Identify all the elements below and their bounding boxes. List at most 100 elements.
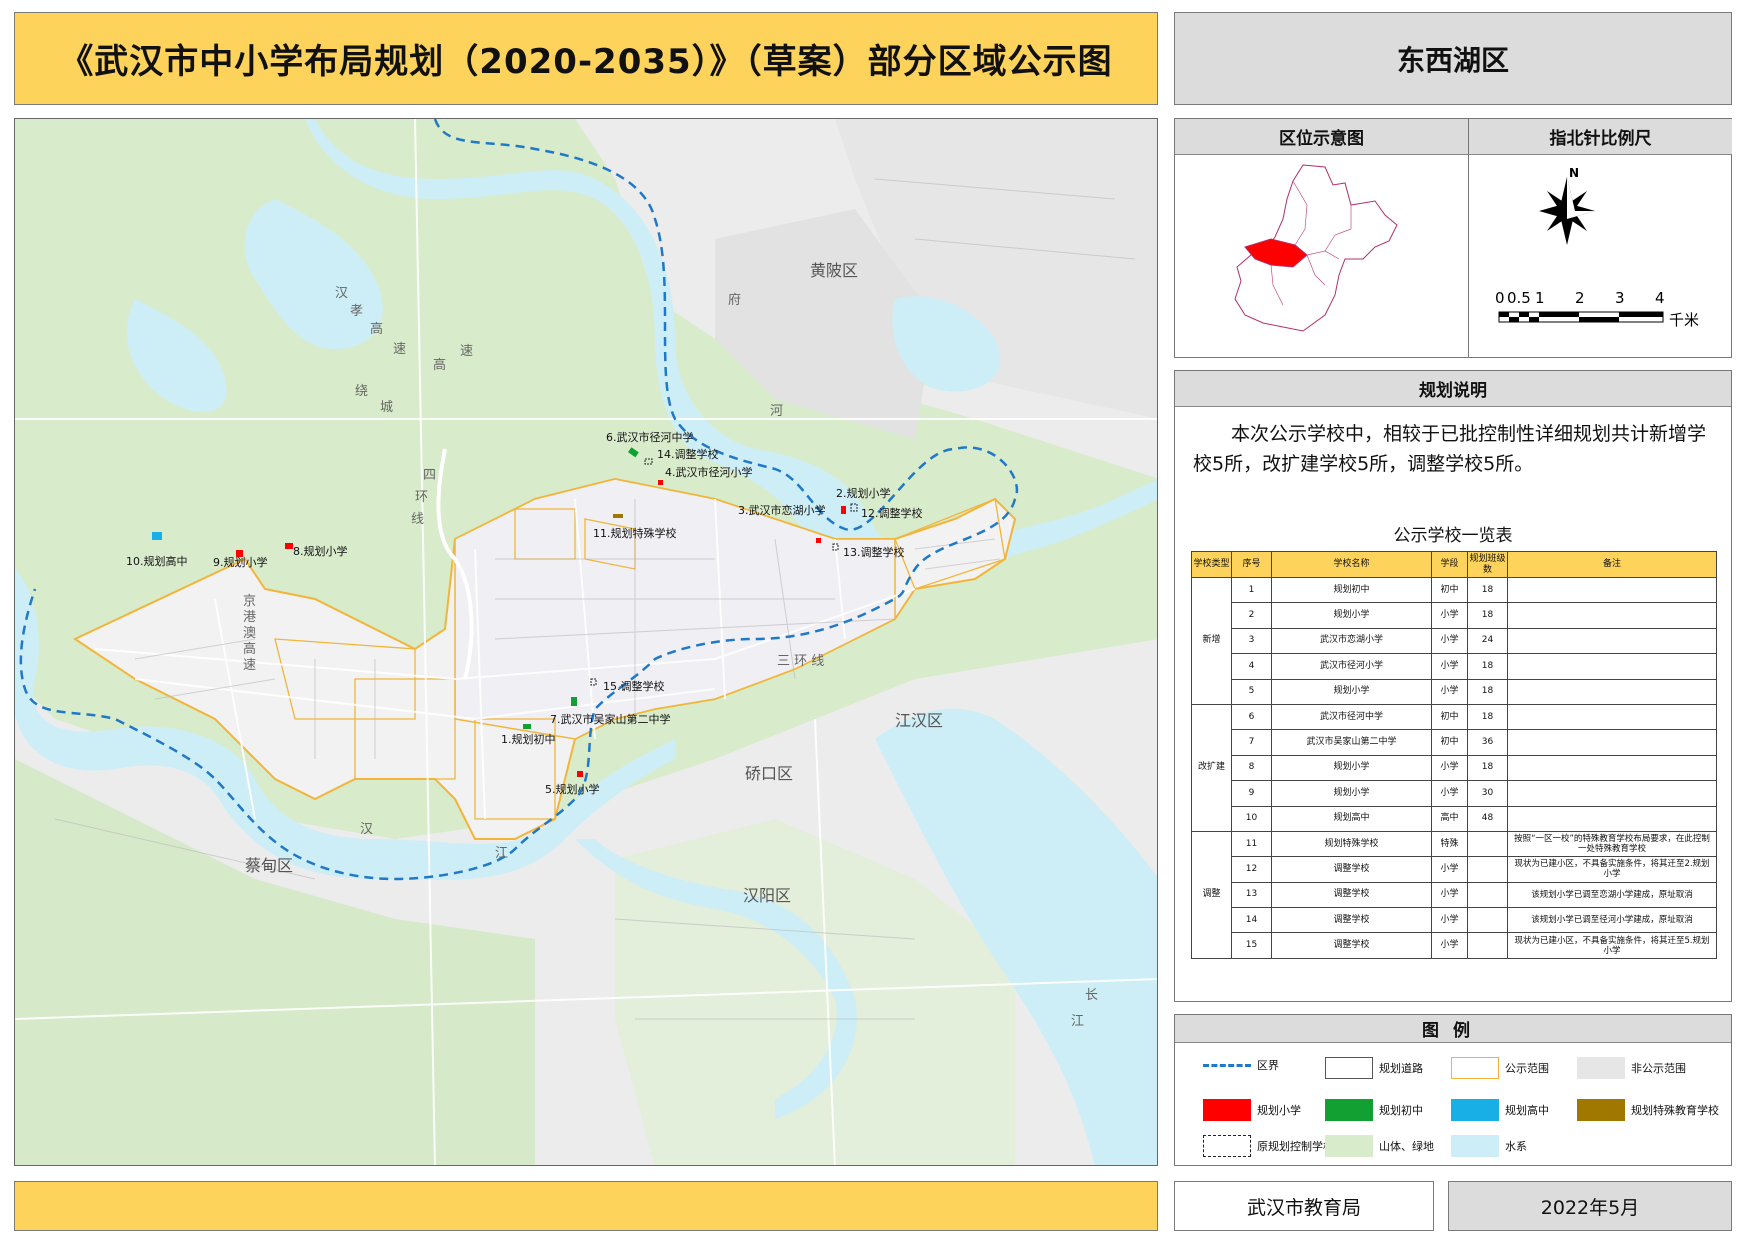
school-name-cell: 规划小学 [1271,602,1432,629]
school-stage-cell: 小学 [1431,932,1468,959]
road-label-jinggang-1: 京 [243,594,256,609]
school-marker-2[interactable] [841,506,846,514]
legend-swatch-icon [1203,1063,1251,1067]
school-no-cell: 15 [1231,932,1272,959]
legend-panel: 图例 区界 规划道路 公示范围 非公示范围 规划小学 规划初中 规划高中 规划特殊教育学校 原规… [1174,1014,1732,1166]
footer-date: 2022年5月 [1448,1181,1732,1231]
school-row: 2 规划小学 小学 18 [1192,602,1717,629]
school-row: 14 调整学校 小学 该规划小学已调至径河小学建成，原址取消 [1192,907,1717,934]
location-inset-map [1234,164,1398,332]
scale-tick-3: 3 [1615,289,1625,307]
school-label-4: 4.武汉市径河小学 [665,465,753,479]
school-classes-cell: 18 [1467,703,1508,731]
road-label-fuhe-2: 河 [770,404,783,419]
road-label-hanxiao-2: 孝 [350,304,363,319]
school-marker-4[interactable] [658,480,663,485]
school-classes-cell: 18 [1467,678,1508,705]
col-type: 学校类型 [1191,551,1232,578]
main-map[interactable]: 黄陂区 江汉区 硚口区 蔡甸区 汉阳区 汉 孝 高 速 绕 城 高 速 四 环 … [14,118,1158,1166]
legend-swatch-icon [1325,1099,1373,1121]
legend-label: 规划高中 [1505,1104,1549,1117]
road-label-sihuan-3: 线 [411,512,424,527]
school-marker-8[interactable] [285,543,293,549]
school-label-5: 5.规划小学 [545,782,600,796]
school-stage-cell: 小学 [1431,856,1468,883]
school-marker-3[interactable] [816,538,821,543]
school-stage-cell: 小学 [1431,653,1468,680]
school-stage-cell: 小学 [1431,678,1468,705]
school-label-9: 9.规划小学 [213,555,268,569]
legend-swatch-icon [1451,1057,1499,1079]
school-label-14: 14.调整学校 [657,447,719,461]
school-name-cell: 调整学校 [1271,932,1432,959]
inset-panel: 区位示意图 指北针比例尺 N 0 0.5 1 2 3 4 千米 [1174,118,1732,358]
school-no-cell: 5 [1231,678,1272,705]
school-stage-cell: 小学 [1431,881,1468,909]
school-name-cell: 规划小学 [1271,780,1432,807]
location-inset-title: 区位示意图 [1175,119,1468,155]
school-no-cell: 10 [1231,805,1272,832]
school-label-13: 13.调整学校 [843,545,905,559]
school-label-12: 12.调整学校 [861,506,923,520]
school-classes-cell [1467,881,1508,909]
school-no-cell: 12 [1231,856,1272,883]
road-label-hanxiao-1: 汉 [335,286,348,301]
school-label-6: 6.武汉市径河中学 [606,430,694,444]
school-label-8: 8.规划小学 [293,544,348,558]
school-name-cell: 规划小学 [1271,754,1432,782]
district-label-hanyang: 汉阳区 [743,886,791,905]
school-classes-cell [1467,856,1508,883]
school-classes-cell: 30 [1467,780,1508,807]
legend-item: 原规划控制学校 [1203,1135,1334,1157]
road-label-jinggang-5: 速 [243,658,256,673]
school-row: 新增 1 规划初中 初中 18 [1191,576,1717,705]
description-panel: 规划说明 本次公示学校中，相较于已批控制性详细规划共计新增学校5所，改扩建学校5… [1174,370,1732,1002]
district-label-huangpi: 黄陂区 [810,261,858,280]
school-row: 调整 11 规划特殊学校 特殊 按照“一区一校”的特殊教育学校布局要求，在此控制一处特殊… [1191,830,1717,959]
school-classes-cell: 18 [1467,754,1508,782]
road-label-sanhuan: 三 环 线 [777,654,824,669]
road-label-raocheng-4: 速 [460,344,473,359]
description-text: 本次公示学校中，相较于已批控制性详细规划共计新增学校5所，改扩建学校5所，调整学… [1193,423,1707,475]
legend-label: 规划特殊教育学校 [1631,1104,1719,1117]
legend-swatch-icon [1325,1057,1373,1079]
school-note-cell [1507,703,1717,731]
legend-swatch-icon [1451,1099,1499,1121]
school-row: 7 武汉市吴家山第二中学 初中 36 [1192,729,1717,756]
school-label-15: 15.调整学校 [603,679,665,693]
school-row: 12 调整学校 小学 现状为已建小区，不具备实施条件，将其迁至2.规划小学 [1192,856,1717,883]
school-marker-10[interactable] [152,532,162,540]
school-no-cell: 1 [1231,576,1272,604]
district-label-caidian: 蔡甸区 [245,856,293,875]
school-type-cell: 调整 [1191,830,1232,959]
school-marker-1[interactable] [523,724,531,729]
legend-label: 山体、绿地 [1379,1140,1434,1153]
legend-swatch-icon [1203,1099,1251,1121]
svg-text:N: N [1569,166,1579,180]
school-marker-5[interactable] [577,771,583,777]
school-marker-11[interactable] [613,514,623,518]
school-row: 13 调整学校 小学 该规划小学已调至恋湖小学建成，原址取消 [1192,881,1717,909]
school-marker-7[interactable] [571,697,577,706]
school-stage-cell: 小学 [1431,627,1468,655]
scale-bar [1498,311,1664,323]
school-row: 3 武汉市恋湖小学 小学 24 [1192,627,1717,655]
school-note-cell [1507,729,1717,756]
school-classes-cell [1467,907,1508,934]
scale-tick-1: 1 [1535,289,1545,307]
school-classes-cell: 18 [1467,653,1508,680]
school-note-cell: 该规划小学已调至恋湖小学建成，原址取消 [1507,881,1717,909]
legend-label: 公示范围 [1505,1062,1549,1075]
road-label-changjiang-2: 江 [1071,1014,1084,1029]
school-row: 9 规划小学 小学 30 [1192,780,1717,807]
school-note-cell [1507,602,1717,629]
school-classes-cell: 36 [1467,729,1508,756]
school-no-cell: 7 [1231,729,1272,756]
description-title: 规划说明 [1175,371,1731,407]
school-row: 15 调整学校 小学 现状为已建小区，不具备实施条件，将其迁至5.规划小学 [1192,932,1717,959]
road-label-changjiang-1: 长 [1085,988,1098,1003]
school-label-7: 7.武汉市吴家山第二中学 [550,712,671,726]
school-name-cell: 武汉市径河中学 [1271,703,1432,731]
school-stage-cell: 初中 [1431,729,1468,756]
compass-scale: N 0 0.5 1 2 3 4 千米 [1495,166,1699,329]
